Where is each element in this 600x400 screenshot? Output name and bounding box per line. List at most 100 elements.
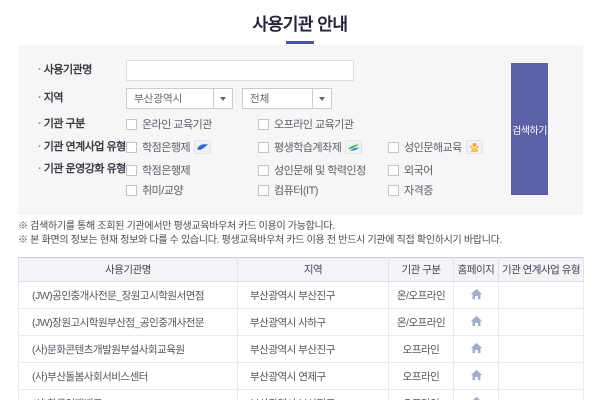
column-header-org-type: 기관 구분 [388,257,454,282]
linked-business-label: 기관 연계사업 유형 [38,140,127,155]
region-label: 지역 [38,91,126,106]
linked-business-cell [498,362,584,390]
checkbox-label: 자격증 [404,185,433,197]
checkbox-icon[interactable] [258,184,269,196]
checkbox-foreign-language[interactable]: 외국어 [388,162,433,178]
checkbox-icon[interactable] [388,141,399,153]
checkbox-label: 성인문해교육 [404,142,462,154]
table-row: (JW)공인중개사전문_장원고시학원서면점 부산광역시 부산진구 온/오프라인 [18,281,584,309]
region-cell: 부산광역시 사하구 [237,308,389,336]
org-type-cell: 오프라인 [388,335,454,363]
homepage-cell [453,389,499,400]
checkbox-icon[interactable] [126,184,137,196]
checkbox-icon[interactable] [258,164,269,176]
linked-business-cell [498,389,584,400]
learning-account-badge-icon [345,140,363,154]
region-cell: 부산광역시 부산진구 [237,335,389,363]
homepage-cell [453,362,499,390]
strengthen-label: 기관 운영강화 유형 [38,162,127,177]
institution-name-cell: (사)한국인재뱅크 [18,389,238,400]
homepage-cell [453,281,499,309]
home-icon[interactable] [470,369,483,381]
title-underline [286,41,314,44]
checkbox-online-education-org[interactable]: 온라인 교육기관 [126,116,258,132]
region-cell: 부산광역시 부산진구 [237,281,389,309]
column-header-region: 지역 [237,257,389,282]
checkbox-label: 취미/교양 [142,185,184,197]
institution-name-cell: (사)부산돌봄사회서비스센터 [18,362,238,390]
checkbox-icon[interactable] [258,141,269,153]
column-header-institution-name: 사용기관명 [18,257,238,282]
institution-name-cell: (JW)장원고시학원부산점_공인중개사전문 [18,308,238,336]
home-icon[interactable] [470,315,483,327]
linked-business-cell [498,308,584,336]
home-icon[interactable] [470,342,483,354]
search-panel: 사용기관명 지역 부산광역시 전체 기관 구분 온라인 교육기관 [18,45,583,215]
institution-name-input[interactable] [126,60,354,81]
checkbox-label: 학점은행제 [142,142,191,154]
region-district-selected-value: 전체 [250,93,270,105]
org-type-group: 기관 구분 온라인 교육기관 오프라인 교육기관 [38,116,583,132]
checkbox-icon[interactable] [126,118,137,130]
checkbox-offline-education-org[interactable]: 오프라인 교육기관 [258,116,388,132]
checkbox-label: 학점은행제 [142,165,191,177]
checkbox-icon[interactable] [126,164,137,176]
org-type-cell: 오프라인 [388,362,454,390]
strengthen-group: 기관 운영강화 유형 학점은행제 성인문해 및 학력인정 외국어 [38,162,583,202]
notice-block: ※ 검색하기를 통해 조회된 기관에서만 평생교육바우처 카드 이용이 가능합니… [18,220,502,248]
homepage-cell [453,335,499,363]
notice-line: ※ 검색하기를 통해 조회된 기관에서만 평생교육바우처 카드 이용이 가능합니… [18,221,335,232]
table-row: (사)한국인재뱅크부산광역시 부산진구오프라인 [18,389,584,400]
checkbox-computer-it[interactable]: 컴퓨터(IT) [258,182,388,198]
region-city-select[interactable]: 부산광역시 [126,88,233,109]
credit-bank-badge-icon [194,140,212,154]
checkbox-adult-literacy-education[interactable]: 성인문해교육 [388,139,483,155]
org-type-label: 기관 구분 [38,117,126,132]
region-district-select[interactable]: 전체 [242,88,332,109]
region-cell: 부산광역시 연제구 [237,362,389,390]
table-row: (JW)장원고시학원부산점_공인중개사전문 부산광역시 사하구 온/오프라인 [18,308,584,336]
checkbox-label: 평생학습계좌제 [274,142,342,154]
results-table: 사용기관명 지역 기관 구분 홈페이지 기관 연계사업 유형 (JW)공인중개사… [18,257,584,400]
checkbox-certificate[interactable]: 자격증 [388,182,433,198]
region-field: 지역 부산광역시 전체 [38,88,583,109]
notice-line: ※ 본 화면의 정보는 현재 정보와 다를 수 있습니다. 평생교육바우처 카드… [18,235,502,246]
institution-name-field: 사용기관명 [38,60,583,81]
column-header-homepage: 홈페이지 [453,257,499,282]
checkbox-adult-literacy-accreditation[interactable]: 성인문해 및 학력인정 [258,162,388,178]
checkbox-label: 외국어 [404,165,433,177]
region-city-selected-value: 부산광역시 [134,93,183,105]
home-icon[interactable] [470,396,483,400]
table-body: (JW)공인중개사전문_장원고시학원서면점 부산광역시 부산진구 온/오프라인 (JW… [18,281,584,400]
checkbox-label: 오프라인 교육기관 [274,119,354,131]
table-row: (사)부산돌봄사회서비스센터 부산광역시 연제구 오프라인 [18,362,584,390]
institution-name-cell: (JW)공인중개사전문_장원고시학원서면점 [18,281,238,309]
column-header-linked-business: 기관 연계사업 유형 [498,257,584,282]
homepage-cell [453,308,499,336]
home-icon[interactable] [470,288,483,300]
region-cell: 부산광역시 부산진구 [237,389,389,400]
checkbox-icon[interactable] [258,118,269,130]
chevron-down-icon [312,89,331,108]
checkbox-label: 온라인 교육기관 [142,119,212,131]
org-type-cell: 오프라인 [388,389,454,400]
org-type-cell: 온/오프라인 [388,308,454,336]
linked-business-cell [498,281,584,309]
search-button[interactable]: 검색하기 [511,63,548,195]
checkbox-credit-bank[interactable]: 학점은행제 [126,162,258,178]
checkbox-icon[interactable] [126,141,137,153]
checkbox-label: 성인문해 및 학력인정 [274,165,366,177]
checkbox-icon[interactable] [388,164,399,176]
org-type-cell: 온/오프라인 [388,281,454,309]
table-header-row: 사용기관명 지역 기관 구분 홈페이지 기관 연계사업 유형 [18,257,584,282]
checkbox-hobby-culture[interactable]: 취미/교양 [126,182,258,198]
chevron-down-icon [213,89,232,108]
page-title: 사용기관 안내 [252,15,348,34]
checkbox-icon[interactable] [388,184,399,196]
checkbox-credit-bank-system[interactable]: 학점은행제 [126,139,258,155]
page: 사용기관 안내 사용기관명 지역 부산광역시 전체 기관 구분 온라인 교육기관 [0,0,600,400]
linked-business-group: 기관 연계사업 유형 학점은행제 평생학습계좌제 [38,139,583,155]
institution-name-cell: (사)문화콘텐츠개발원부설사회교육원 [18,335,238,363]
linked-business-cell [498,335,584,363]
checkbox-lifelong-learning-account[interactable]: 평생학습계좌제 [258,139,388,155]
